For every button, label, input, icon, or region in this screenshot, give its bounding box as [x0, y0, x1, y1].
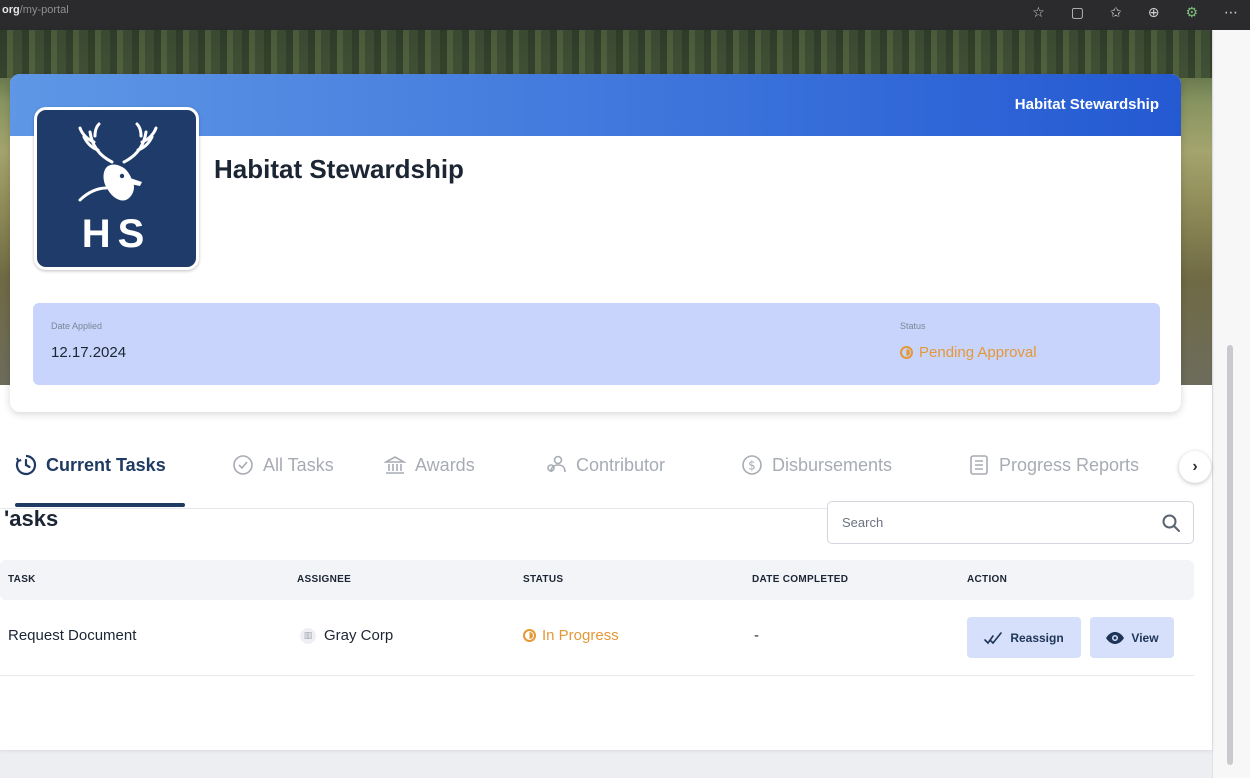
search-placeholder: Search	[842, 515, 884, 530]
more-icon[interactable]: ⋯	[1224, 5, 1238, 21]
bank-icon	[384, 454, 406, 476]
eye-icon	[1106, 631, 1125, 644]
people-icon	[545, 454, 567, 476]
table-row: Request Document ▥ Gray Corp In Progress…	[0, 600, 1194, 676]
address-bar[interactable]: org/my-portal	[2, 4, 69, 16]
project-status-text: Pending Approval	[919, 344, 1037, 361]
company-icon: ▥	[300, 627, 316, 644]
svg-text:$: $	[748, 459, 756, 473]
tasks-table-header: TASK ASSIGNEE STATUS DATE COMPLETED ACTI…	[0, 560, 1194, 600]
list-doc-icon	[968, 454, 990, 476]
portal-page: Habitat Stewardship HS Habitat Stewardsh…	[0, 30, 1212, 751]
collections-icon[interactable]: ⊕	[1148, 5, 1160, 21]
project-title: Habitat Stewardship	[214, 154, 464, 184]
dollar-circle-icon: $	[741, 454, 763, 476]
task-search-input[interactable]: Search	[827, 501, 1194, 544]
tabs-scroll-right-button[interactable]: ›	[1179, 451, 1211, 483]
url-path: /my-portal	[19, 4, 69, 16]
column-header-date-completed: DATE COMPLETED	[752, 574, 849, 585]
column-header-task: TASK	[8, 574, 36, 585]
project-info-panel: Date Applied 12.17.2024 Status Pending A…	[33, 303, 1160, 385]
date-applied-value: 12.17.2024	[51, 344, 127, 361]
clock-icon	[15, 454, 37, 476]
tab-label: Disbursements	[772, 454, 893, 475]
scrollbar[interactable]	[1212, 30, 1250, 778]
project-card: Habitat Stewardship HS Habitat Stewardsh…	[10, 74, 1181, 412]
assignee-cell: ▥ Gray Corp	[300, 627, 393, 644]
reader-mode-icon[interactable]: ▢	[1071, 5, 1084, 21]
treeline-decoration	[0, 30, 1212, 78]
in-progress-icon	[523, 629, 536, 642]
tab-label: All Tasks	[263, 454, 334, 475]
browser-toolbar: org/my-portal ☆ ▢ ✩ ⊕ ⚙ ⋯	[0, 0, 1250, 30]
tab-label: Contributor	[576, 454, 666, 475]
reassign-button[interactable]: Reassign	[967, 617, 1081, 658]
tab-awards[interactable]: Awards	[384, 454, 475, 476]
date-completed: -	[754, 627, 759, 644]
favorites-icon[interactable]: ✩	[1110, 5, 1122, 21]
task-status-text: In Progress	[542, 627, 619, 644]
tab-disbursements[interactable]: $ Disbursements	[741, 454, 892, 476]
page-bottom-edge	[0, 750, 1212, 751]
elk-icon	[78, 122, 158, 202]
tab-current-tasks[interactable]: Current Tasks	[15, 454, 166, 476]
tab-label: Progress Reports	[999, 454, 1140, 475]
column-header-status: STATUS	[523, 574, 564, 585]
tasks-section-title: 'asks	[4, 506, 59, 531]
chevron-right-icon: ›	[1192, 458, 1198, 475]
star-icon[interactable]: ☆	[1032, 5, 1045, 21]
task-status: In Progress	[523, 627, 619, 644]
reassign-label: Reassign	[1010, 630, 1064, 645]
extension-icon[interactable]: ⚙	[1185, 5, 1198, 21]
tab-contributor[interactable]: Contributor	[545, 454, 665, 476]
view-label: View	[1131, 630, 1159, 645]
search-icon[interactable]	[1161, 513, 1181, 538]
logo-initials: HS	[81, 212, 152, 256]
tab-label: Current Tasks	[46, 454, 166, 475]
view-button[interactable]: View	[1090, 617, 1174, 658]
pending-status-icon	[900, 346, 913, 359]
column-header-action: ACTION	[967, 574, 1008, 585]
project-logo: HS	[34, 107, 199, 270]
check-circle-icon	[232, 454, 254, 476]
assignee-name: Gray Corp	[324, 627, 394, 644]
band-title: Habitat Stewardship	[1014, 96, 1159, 113]
url-domain: org	[2, 4, 20, 16]
scrollbar-thumb[interactable]	[1227, 345, 1233, 765]
tab-progress-reports[interactable]: Progress Reports	[968, 454, 1139, 476]
browser-actions: ☆ ▢ ✩ ⊕ ⚙ ⋯	[1032, 5, 1238, 21]
status-label: Status	[900, 321, 926, 331]
tab-label: Awards	[415, 454, 475, 475]
project-status: Pending Approval	[900, 344, 1037, 361]
task-name: Request Document	[8, 627, 137, 644]
date-applied-label: Date Applied	[51, 321, 103, 331]
tab-all-tasks[interactable]: All Tasks	[232, 454, 334, 476]
reassign-icon	[984, 631, 1003, 644]
column-header-assignee: ASSIGNEE	[297, 574, 352, 585]
